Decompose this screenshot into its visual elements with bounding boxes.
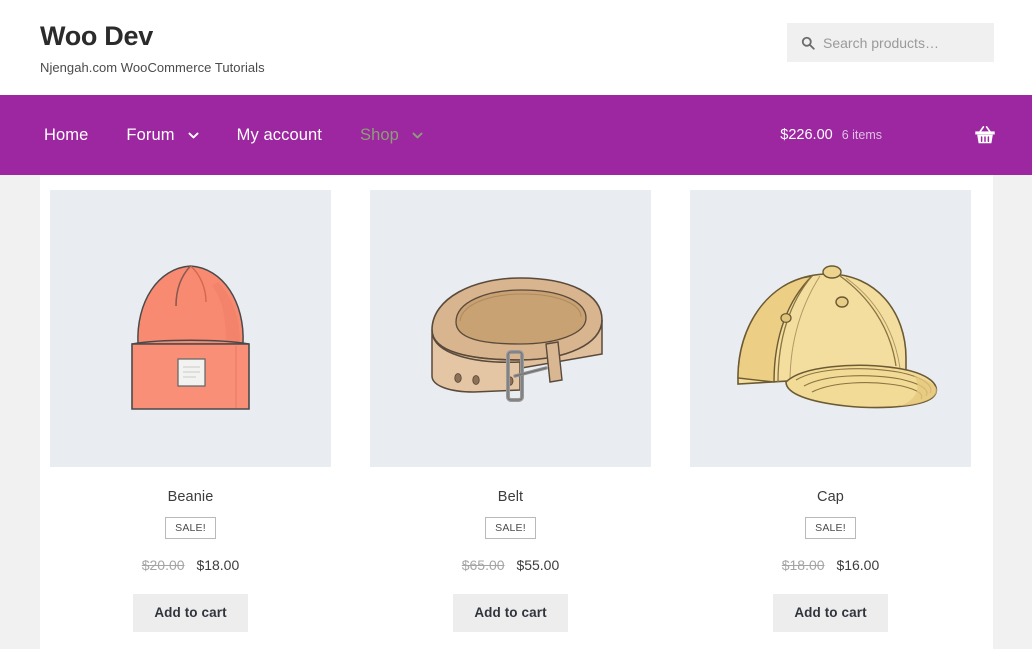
price-row: $65.00 $55.00 — [370, 558, 651, 572]
sale-price: $18.00 — [196, 556, 240, 573]
cart-summary[interactable]: $226.00 6 items — [780, 95, 1032, 175]
cap-illustration[interactable] — [690, 190, 971, 467]
search-icon — [801, 36, 815, 50]
product-title[interactable]: Belt — [370, 489, 651, 505]
storefront-page: Woo Dev Njengah.com WooCommerce Tutorial… — [0, 0, 1032, 649]
site-tagline: Njengah.com WooCommerce Tutorials — [40, 59, 265, 75]
nav-item-shop[interactable]: Shop — [360, 126, 423, 145]
cart-item-count: 6 items — [841, 128, 882, 142]
product-card: Belt SALE! $65.00 $55.00 Add to cart — [370, 190, 651, 633]
shop-content: Beanie SALE! $20.00 $18.00 Add to cart B… — [40, 175, 993, 649]
sale-badge: SALE! — [485, 517, 536, 539]
sale-badge: SALE! — [165, 517, 216, 539]
price-row: $18.00 $16.00 — [690, 558, 971, 572]
product-grid: Beanie SALE! $20.00 $18.00 Add to cart B… — [50, 190, 983, 633]
sale-price: $16.00 — [836, 556, 880, 573]
shopping-basket-icon[interactable] — [974, 125, 996, 145]
add-to-cart-button[interactable]: Add to cart — [773, 593, 888, 633]
nav-link-list: Home Forum My account Shop — [44, 95, 461, 175]
original-price: $20.00 — [141, 556, 185, 573]
belt-illustration[interactable] — [370, 190, 651, 467]
nav-item-label: My account — [236, 125, 322, 144]
chevron-down-icon[interactable] — [412, 132, 423, 139]
sale-price: $55.00 — [516, 556, 560, 573]
nav-item-home[interactable]: Home — [44, 126, 88, 145]
chevron-down-icon[interactable] — [188, 132, 199, 139]
product-title[interactable]: Beanie — [50, 489, 331, 505]
beanie-illustration[interactable] — [50, 190, 331, 467]
site-header: Woo Dev Njengah.com WooCommerce Tutorial… — [0, 0, 1032, 95]
nav-item-forum[interactable]: Forum — [126, 125, 199, 145]
add-to-cart-button[interactable]: Add to cart — [453, 593, 568, 633]
main-navigation: Home Forum My account Shop $226.00 6 ite… — [0, 95, 1032, 175]
cart-total-amount: $226.00 — [780, 127, 833, 143]
product-title[interactable]: Cap — [690, 489, 971, 505]
nav-item-my-account[interactable]: My account — [237, 126, 322, 145]
site-title: Woo Dev — [40, 21, 153, 51]
add-to-cart-button[interactable]: Add to cart — [133, 593, 248, 633]
nav-item-label: Forum — [126, 125, 175, 144]
price-row: $20.00 $18.00 — [50, 558, 331, 572]
search-input[interactable] — [823, 34, 988, 51]
original-price: $18.00 — [781, 556, 825, 573]
product-card: Beanie SALE! $20.00 $18.00 Add to cart — [50, 190, 331, 633]
sale-badge: SALE! — [805, 517, 856, 539]
nav-item-label: Shop — [359, 125, 399, 144]
product-search-box[interactable] — [787, 23, 994, 62]
product-card: Cap SALE! $18.00 $16.00 Add to cart — [690, 190, 971, 633]
nav-item-label: Home — [44, 125, 89, 144]
site-branding[interactable]: Woo Dev Njengah.com WooCommerce Tutorial… — [40, 21, 265, 75]
original-price: $65.00 — [461, 556, 505, 573]
